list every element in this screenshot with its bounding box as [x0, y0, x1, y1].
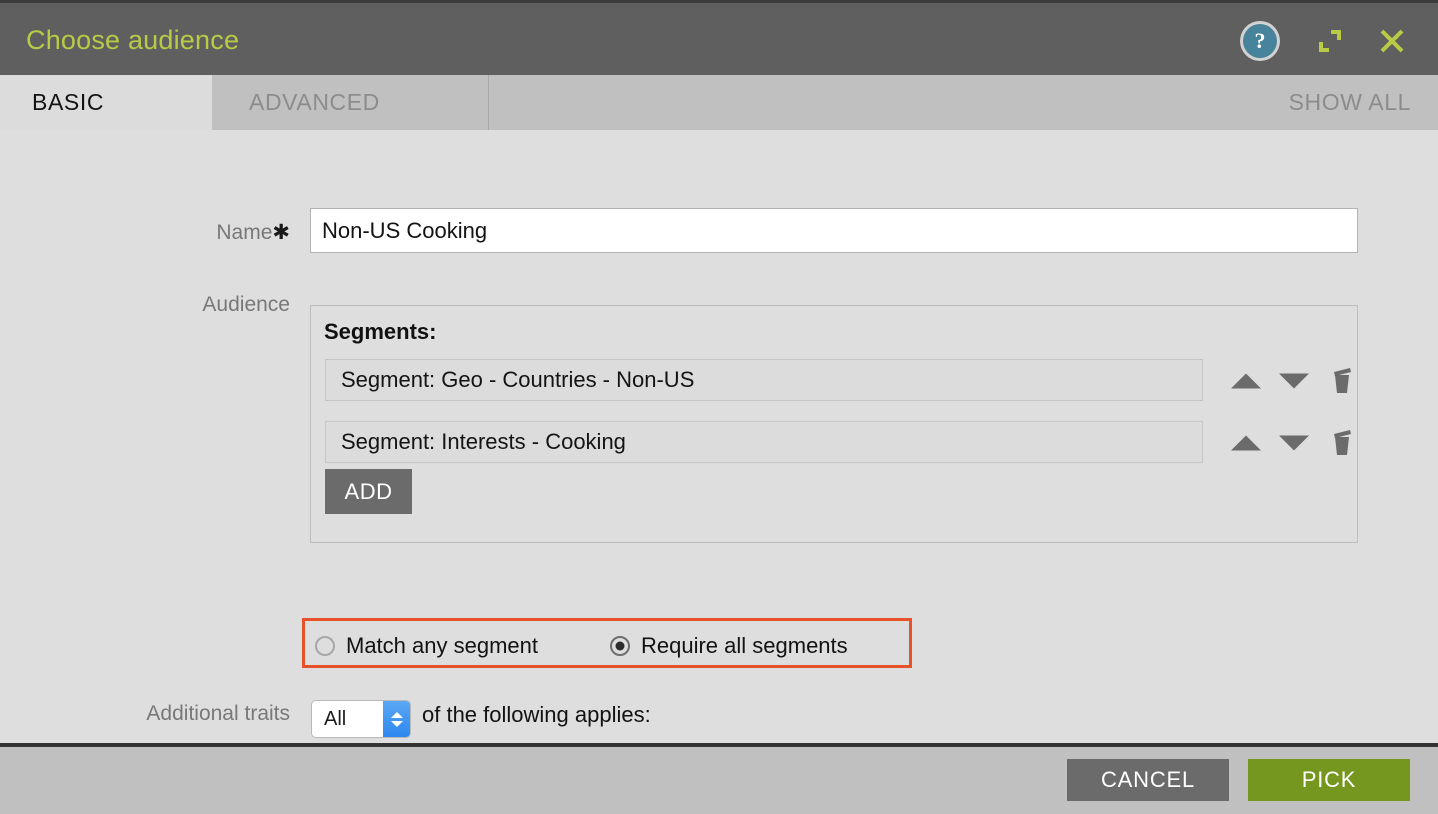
expand-button[interactable]: [1306, 3, 1354, 78]
tab-advanced[interactable]: ADVANCED: [212, 75, 489, 130]
dialog-body: Name✱ Audience Segments: Segment: Geo - …: [0, 130, 1438, 743]
expand-icon: [1317, 28, 1343, 54]
required-asterisk-icon: ✱: [272, 221, 290, 244]
trash-icon: [1330, 429, 1354, 457]
arrow-down-icon: [1279, 436, 1309, 451]
segment-row: Segment: Geo - Countries - Non-US: [325, 359, 1345, 407]
match-mode-highlight: Match any segment Require all segments: [302, 618, 912, 668]
arrow-down-icon: [1279, 374, 1309, 389]
choose-audience-dialog: Choose audience ? BASIC ADVANCED SHOW AL…: [0, 0, 1438, 814]
close-button[interactable]: [1368, 3, 1416, 78]
cancel-button[interactable]: CANCEL: [1067, 759, 1229, 801]
radio-require-all-segments[interactable]: Require all segments: [610, 621, 848, 671]
segment-move-up-button[interactable]: [1229, 365, 1263, 397]
dialog-tabstrip: BASIC ADVANCED SHOW ALL: [0, 75, 1438, 130]
trash-icon: [1330, 367, 1354, 395]
radio-match-any-segment[interactable]: Match any segment: [315, 621, 538, 671]
segment-chip[interactable]: Segment: Interests - Cooking: [325, 421, 1203, 463]
pick-button[interactable]: PICK: [1248, 759, 1410, 801]
radio-match-any-label: Match any segment: [346, 633, 538, 659]
segment-delete-button[interactable]: [1325, 365, 1359, 397]
name-input[interactable]: [310, 208, 1358, 253]
audience-field-label: Audience: [60, 293, 290, 317]
add-segment-button[interactable]: ADD: [325, 469, 412, 514]
tab-basic[interactable]: BASIC: [0, 75, 212, 130]
segment-row: Segment: Interests - Cooking: [325, 421, 1345, 469]
dialog-titlebar: Choose audience ?: [0, 0, 1438, 75]
segments-heading: Segments:: [324, 319, 436, 345]
segment-move-down-button[interactable]: [1277, 365, 1311, 397]
segment-delete-button[interactable]: [1325, 427, 1359, 459]
radio-unselected-icon: [315, 636, 335, 656]
close-icon: [1378, 27, 1406, 55]
dialog-footer: CANCEL PICK: [0, 743, 1438, 814]
radio-selected-icon: [610, 636, 630, 656]
tab-advanced-label: ADVANCED: [249, 89, 380, 116]
additional-traits-label: Additional traits: [10, 702, 290, 726]
radio-require-all-label: Require all segments: [641, 633, 848, 659]
tab-show-all[interactable]: SHOW ALL: [489, 75, 1438, 130]
additional-traits-select-wrapper: All Any None: [311, 700, 411, 738]
dialog-title: Choose audience: [26, 25, 239, 56]
help-question-icon: ?: [1243, 24, 1277, 58]
name-label-text: Name: [216, 221, 272, 244]
additional-traits-suffix: of the following applies:: [422, 702, 651, 728]
audience-segments-panel: Segments: Segment: Geo - Countries - Non…: [310, 305, 1358, 543]
segment-move-down-button[interactable]: [1277, 427, 1311, 459]
segment-chip[interactable]: Segment: Geo - Countries - Non-US: [325, 359, 1203, 401]
help-button[interactable]: ?: [1236, 3, 1284, 78]
arrow-up-icon: [1231, 436, 1261, 451]
additional-traits-select[interactable]: All Any None: [311, 700, 411, 738]
name-field-label: Name✱: [60, 220, 290, 245]
tab-show-all-label: SHOW ALL: [1289, 89, 1411, 116]
arrow-up-icon: [1231, 374, 1261, 389]
segment-move-up-button[interactable]: [1229, 427, 1263, 459]
tab-basic-label: BASIC: [32, 89, 104, 116]
